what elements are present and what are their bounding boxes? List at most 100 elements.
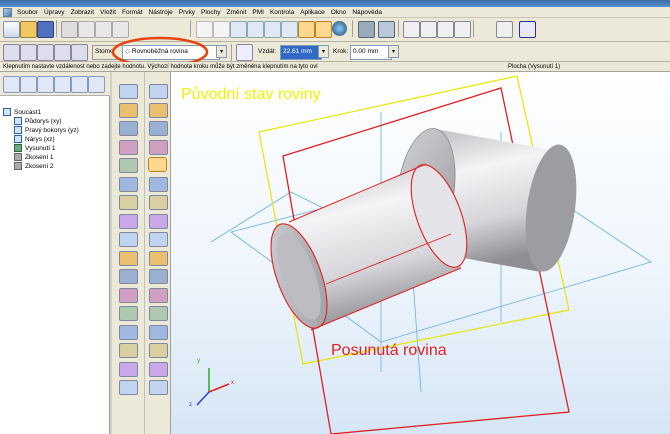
menu-soubor[interactable]: Soubor [15, 9, 42, 16]
step-input[interactable]: 0.00 mm [350, 45, 392, 60]
menu-napoveda[interactable]: Nápověda [350, 9, 386, 16]
step-icon[interactable] [71, 44, 88, 61]
pan-icon[interactable] [437, 21, 454, 38]
feature-tool-icon[interactable] [149, 84, 168, 99]
menu-pmi[interactable]: PMI [250, 9, 268, 16]
tree-tab-icon[interactable] [88, 76, 105, 93]
open-folder-icon[interactable] [20, 21, 37, 38]
feature-tool-icon[interactable] [149, 232, 168, 247]
feature-tool-icon[interactable] [149, 102, 168, 118]
tree-tab-icon[interactable] [3, 76, 20, 93]
feature-tool-icon[interactable] [119, 324, 138, 340]
cube-view-icon[interactable] [247, 21, 264, 38]
menu-zobrazit[interactable]: Zobrazit [69, 9, 98, 16]
feature-tool-icon[interactable] [119, 380, 138, 395]
menu-upravy[interactable]: Úpravy [42, 9, 69, 16]
cube-view-icon[interactable] [281, 21, 298, 38]
edit-e-icon[interactable] [519, 21, 536, 38]
feature-tool-icon[interactable] [149, 176, 168, 192]
new-file-icon[interactable] [3, 21, 20, 38]
feature-tool-icon[interactable] [119, 139, 138, 155]
feature-tool-icon[interactable] [119, 84, 138, 99]
step-icon[interactable] [54, 44, 71, 61]
graphics-viewport[interactable]: Původní stav roviny Posunutá rovina y x … [171, 72, 670, 434]
view-icon[interactable] [196, 21, 213, 38]
menu-okno[interactable]: Okno [329, 9, 351, 16]
menu-kontrola[interactable]: Kontrola [268, 9, 298, 16]
shaded-edges-icon[interactable] [315, 21, 332, 38]
save-icon[interactable] [37, 21, 54, 38]
menu-vlozit[interactable]: Vložit [98, 9, 120, 16]
globe-icon[interactable] [332, 21, 347, 36]
feature-tool-icon[interactable] [149, 306, 168, 321]
step-icon[interactable] [3, 44, 20, 61]
shaded-view-icon[interactable] [298, 21, 315, 38]
feature-tool-icon[interactable] [149, 139, 168, 155]
distance-input[interactable]: 22.61 mm [280, 45, 322, 60]
feature-tool-icon[interactable] [149, 380, 168, 395]
feature-tool-icon[interactable] [149, 269, 168, 284]
tree-item-narys[interactable]: Nárys (xz) [14, 135, 55, 143]
chevron-down-icon[interactable]: ▾ [388, 45, 399, 58]
zoom-area-icon[interactable] [403, 21, 420, 38]
cut-icon[interactable] [78, 21, 95, 38]
feature-tool-icon[interactable] [119, 176, 138, 192]
tree-tab-icon[interactable] [20, 76, 37, 93]
feature-tool-icon[interactable] [119, 158, 138, 173]
chevron-down-icon[interactable]: ▾ [216, 45, 227, 58]
feature-tool-icon[interactable] [119, 232, 138, 247]
tree-item-pudorys[interactable]: Půdorys (xy) [14, 117, 61, 125]
tree-tab-icon[interactable] [71, 76, 88, 93]
feature-tool-icon[interactable] [149, 121, 168, 136]
tree-tab-icon[interactable] [54, 76, 71, 93]
feature-tool-icon[interactable] [149, 250, 168, 266]
delete-icon[interactable] [131, 21, 146, 36]
view-icon[interactable] [213, 21, 230, 38]
print-icon[interactable] [61, 21, 78, 38]
feature-tool-icon[interactable] [149, 324, 168, 340]
plane-type-select[interactable]: ◇ Rovnoběžná rovina [122, 45, 220, 60]
menu-zmenit[interactable]: Změnit [225, 9, 251, 16]
document-icon[interactable] [3, 7, 12, 17]
feature-tool-icon[interactable] [119, 195, 138, 210]
feature-tool-icon[interactable] [119, 121, 138, 136]
stomo-button[interactable]: Stomo [92, 45, 124, 60]
feature-tool-icon[interactable] [119, 361, 138, 377]
feature-tool-icon[interactable] [149, 213, 168, 229]
step-icon[interactable] [20, 44, 37, 61]
feature-tool-icon[interactable] [119, 102, 138, 118]
help-pointer-icon[interactable] [478, 21, 493, 36]
tree-root[interactable]: Soucast1 [3, 108, 41, 116]
feature-tool-icon[interactable] [149, 195, 168, 210]
zoom-icon[interactable] [420, 21, 437, 38]
feature-tool-icon[interactable] [119, 306, 138, 321]
tree-item-pravy-bokorys[interactable]: Pravý bokorys (yz) [14, 126, 79, 134]
feature-tool-icon[interactable] [149, 343, 168, 358]
menu-format[interactable]: Formát [120, 9, 147, 16]
menu-nastroje[interactable]: Nástroje [147, 9, 177, 16]
feature-tool-icon[interactable] [119, 287, 138, 303]
chevron-down-icon[interactable]: ▾ [318, 45, 329, 58]
paste-icon[interactable] [112, 21, 129, 38]
feature-tool-icon[interactable] [119, 250, 138, 266]
menu-aplikace[interactable]: Aplikace [298, 9, 329, 16]
redo-icon[interactable] [168, 21, 183, 36]
feature-tool-icon[interactable] [149, 287, 168, 303]
tree-item-vysunuti[interactable]: Vysunutí 1 [14, 144, 55, 152]
feature-tool-icon[interactable] [148, 157, 167, 172]
feature-tool-icon[interactable] [119, 343, 138, 358]
fit-icon[interactable] [378, 21, 395, 38]
iso-view-icon[interactable] [230, 21, 247, 38]
undo-icon[interactable] [147, 21, 162, 36]
rotate-icon[interactable] [454, 21, 471, 38]
menu-plochy[interactable]: Plochy [199, 9, 225, 16]
feature-tool-icon[interactable] [119, 213, 138, 229]
window-icon[interactable] [496, 21, 513, 38]
step-icon[interactable] [37, 44, 54, 61]
tree-tab-icon[interactable] [37, 76, 54, 93]
tree-item-zkoseni-1[interactable]: Zkosení 1 [14, 153, 54, 161]
plane-option-icon[interactable] [236, 44, 253, 61]
copy-icon[interactable] [95, 21, 112, 38]
cube-view-icon[interactable] [264, 21, 281, 38]
menu-prvky[interactable]: Prvky [177, 9, 199, 16]
